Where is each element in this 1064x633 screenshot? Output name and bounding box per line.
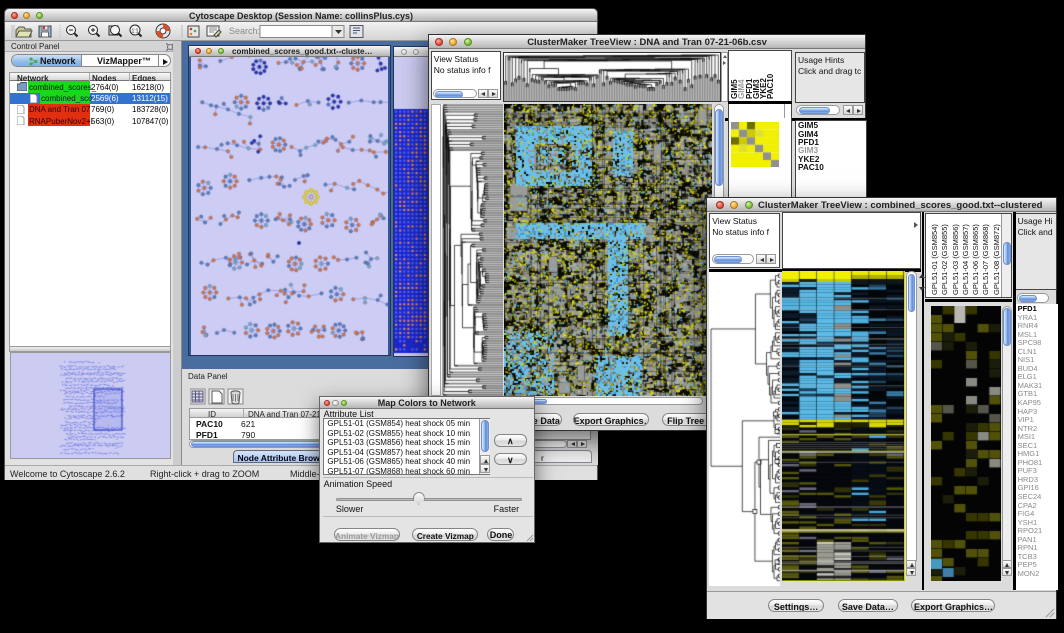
- svg-text:1:1: 1:1: [132, 29, 139, 35]
- svg-text:Search:: Search:: [229, 26, 260, 36]
